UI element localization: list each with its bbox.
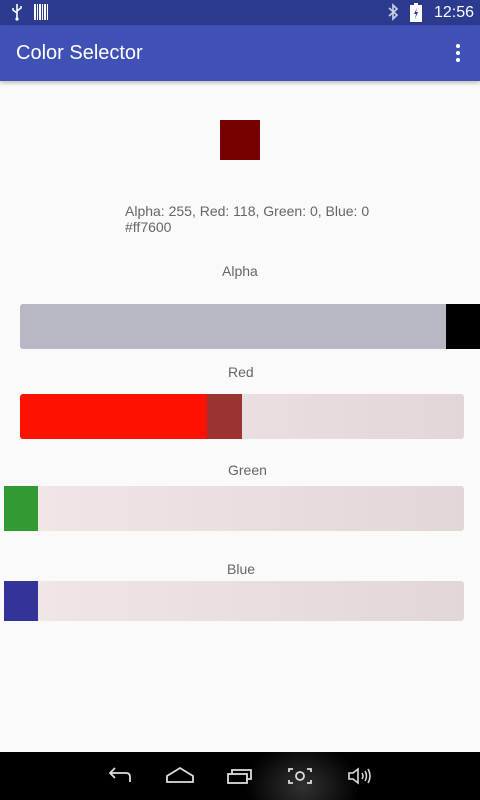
color-hex-text: #ff7600 bbox=[125, 219, 172, 235]
red-label: Red bbox=[228, 364, 254, 380]
navigation-bar bbox=[0, 752, 480, 800]
alpha-label: Alpha bbox=[222, 263, 258, 279]
blue-label: Blue bbox=[227, 561, 256, 577]
screenshot-icon[interactable] bbox=[286, 763, 314, 789]
red-slider-fill bbox=[20, 394, 207, 439]
home-icon[interactable] bbox=[166, 763, 194, 789]
alpha-slider-thumb[interactable] bbox=[446, 304, 480, 349]
red-slider-thumb[interactable] bbox=[207, 394, 242, 439]
usb-icon bbox=[12, 4, 22, 21]
color-info: Alpha: 255, Red: 118, Green: 0, Blue: 0 … bbox=[125, 203, 369, 235]
color-preview-swatch bbox=[220, 120, 260, 160]
app-title: Color Selector bbox=[16, 42, 143, 64]
clock: 12:56 bbox=[434, 4, 475, 21]
battery-icon bbox=[410, 3, 422, 22]
overflow-menu-icon[interactable] bbox=[446, 41, 470, 65]
alpha-slider[interactable] bbox=[20, 304, 480, 349]
green-label: Green bbox=[228, 462, 267, 478]
volume-icon[interactable] bbox=[346, 763, 374, 789]
blue-slider[interactable] bbox=[4, 581, 464, 621]
red-slider[interactable] bbox=[20, 394, 464, 439]
bluetooth-icon bbox=[388, 3, 399, 21]
status-bar: 12:56 bbox=[0, 0, 480, 25]
back-icon[interactable] bbox=[106, 763, 134, 789]
recent-apps-icon[interactable] bbox=[226, 763, 254, 789]
barcode-icon bbox=[34, 4, 48, 20]
color-values-text: Alpha: 255, Red: 118, Green: 0, Blue: 0 bbox=[125, 203, 370, 219]
green-slider-thumb[interactable] bbox=[4, 486, 38, 531]
app-bar: Color Selector bbox=[0, 25, 480, 81]
blue-slider-thumb[interactable] bbox=[4, 581, 38, 621]
green-slider[interactable] bbox=[4, 486, 464, 531]
